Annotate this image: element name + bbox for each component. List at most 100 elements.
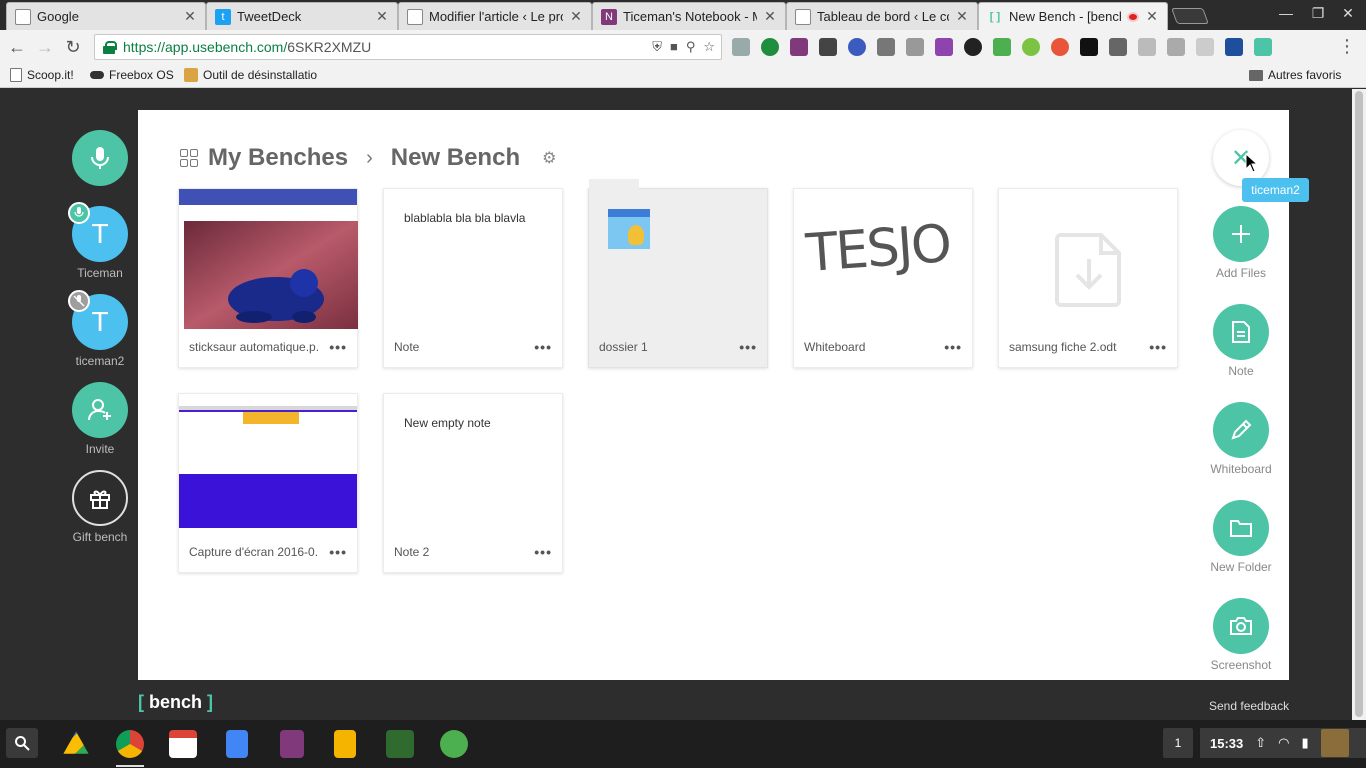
address-bar[interactable]: https://app.usebench.com/6SKR2XMZU ⛨ ■ ⚲…: [94, 34, 722, 60]
close-tab-icon[interactable]: ✕: [1145, 8, 1159, 25]
system-tray[interactable]: 15:33 ⇧ ◠ ▮: [1200, 728, 1366, 758]
close-tab-icon[interactable]: ✕: [375, 8, 389, 25]
screenshot-button[interactable]: [1213, 598, 1269, 654]
new-tab-button[interactable]: [1171, 8, 1209, 24]
browser-menu-icon[interactable]: ⋮: [1338, 36, 1356, 57]
add-files-label: Add Files: [1215, 266, 1267, 280]
card-menu-icon[interactable]: •••: [944, 339, 962, 355]
pen-icon[interactable]: [1109, 38, 1127, 56]
card-menu-icon[interactable]: •••: [329, 339, 347, 355]
n-icon[interactable]: [1138, 38, 1156, 56]
tab-new-bench[interactable]: [ ] New Bench - [bench] ✕: [978, 2, 1168, 30]
new-folder-button[interactable]: [1213, 500, 1269, 556]
green-dot-icon[interactable]: [1022, 38, 1040, 56]
invite-button[interactable]: [72, 382, 128, 438]
tab-modifier-article[interactable]: Modifier l'article ‹ Le prop ✕: [398, 2, 592, 30]
color-wheel-icon[interactable]: [964, 38, 982, 56]
gift-bench-label: Gift bench: [72, 530, 128, 544]
breadcrumb-my-benches[interactable]: My Benches: [208, 144, 348, 172]
breadcrumb-separator: ›: [366, 146, 373, 169]
gift-bench-button[interactable]: [72, 470, 128, 526]
close-window-icon[interactable]: ✕: [1336, 5, 1360, 22]
send-feedback-link[interactable]: Send feedback: [1209, 699, 1289, 713]
pin-icon[interactable]: ⚲: [686, 39, 696, 55]
close-tab-icon[interactable]: ✕: [183, 8, 197, 25]
bench-icon[interactable]: [1254, 38, 1272, 56]
tab-google[interactable]: Google ✕: [6, 2, 206, 30]
tab-tweetdeck[interactable]: t TweetDeck ✕: [206, 2, 398, 30]
bookmark-freebox[interactable]: Freebox OS: [90, 68, 174, 82]
onenote-icon[interactable]: [280, 730, 304, 758]
forward-icon[interactable]: →: [34, 36, 56, 58]
folder-icon: [1230, 520, 1252, 537]
card-menu-icon[interactable]: •••: [329, 544, 347, 560]
translate-icon[interactable]: [1167, 38, 1185, 56]
card-whiteboard[interactable]: TESJO Whiteboard •••: [793, 188, 973, 368]
fish-icon[interactable]: [1080, 38, 1098, 56]
bookmark-outil[interactable]: Outil de désinstallatio: [184, 68, 317, 82]
card-menu-icon[interactable]: •••: [1149, 339, 1167, 355]
camera-icon[interactable]: [906, 38, 924, 56]
extension-icons: [732, 38, 1272, 56]
user-avatar-ticeman[interactable]: T: [68, 202, 128, 262]
tab-tableau-de-bord[interactable]: Tableau de bord ‹ Le cou ✕: [786, 2, 978, 30]
window-count-badge[interactable]: 1: [1163, 728, 1193, 758]
new-folder-label: New Folder: [1210, 560, 1272, 574]
feedly-icon[interactable]: [440, 730, 468, 758]
camera-icon[interactable]: ■: [670, 39, 678, 55]
card-folder[interactable]: dossier 1 •••: [588, 179, 768, 368]
grid-icon[interactable]: [180, 149, 198, 167]
quill-icon[interactable]: [935, 38, 953, 56]
printer-icon[interactable]: [993, 38, 1011, 56]
onenote-icon[interactable]: [790, 38, 808, 56]
page-scrollbar[interactable]: [1352, 89, 1366, 720]
bookmark-scoopit[interactable]: Scoop.it!: [10, 68, 74, 82]
folder-tab: [589, 179, 639, 189]
document-icon: [1232, 321, 1250, 343]
minimize-icon[interactable]: —: [1274, 5, 1298, 21]
microphone-button[interactable]: [72, 130, 128, 186]
slides-icon[interactable]: [334, 730, 356, 758]
graph-icon[interactable]: [386, 730, 414, 758]
film-icon[interactable]: [819, 38, 837, 56]
eye-icon[interactable]: [1051, 38, 1069, 56]
gear-icon[interactable]: ⚙: [542, 148, 556, 168]
launcher-search-button[interactable]: [6, 728, 38, 758]
scrollbar-thumb[interactable]: [1355, 91, 1363, 717]
close-tab-icon[interactable]: ✕: [763, 8, 777, 25]
close-tab-icon[interactable]: ✕: [955, 8, 969, 25]
card-file[interactable]: samsung fiche 2.odt •••: [998, 188, 1178, 368]
card-sticksaur[interactable]: sticksaur automatique.p... •••: [178, 188, 358, 368]
print-icon[interactable]: [877, 38, 895, 56]
card-note-2[interactable]: New empty note Note 2 •••: [383, 393, 563, 573]
download-icon[interactable]: [761, 38, 779, 56]
star-icon[interactable]: ☆: [703, 39, 715, 55]
card-menu-icon[interactable]: •••: [534, 339, 552, 355]
card-name: Note: [394, 340, 420, 354]
k-icon[interactable]: [848, 38, 866, 56]
back-icon[interactable]: ←: [6, 36, 28, 58]
shield-icon[interactable]: ⛨: [652, 39, 662, 55]
gmail-icon[interactable]: [169, 730, 197, 758]
note-button[interactable]: [1213, 304, 1269, 360]
drive-icon[interactable]: [63, 731, 89, 754]
reload-icon[interactable]: ↻: [62, 36, 84, 58]
add-files-button[interactable]: [1213, 206, 1269, 262]
puzzle-icon[interactable]: [732, 38, 750, 56]
bench-logo[interactable]: [ bench ]: [138, 692, 213, 713]
whiteboard-button[interactable]: [1213, 402, 1269, 458]
rss-icon[interactable]: [1196, 38, 1214, 56]
card-screenshot[interactable]: Capture d'écran 2016-0... •••: [178, 393, 358, 573]
card-menu-icon[interactable]: •••: [739, 339, 757, 355]
user-avatar-ticeman2[interactable]: T: [68, 290, 128, 350]
chrome-icon[interactable]: [116, 730, 144, 758]
card-menu-icon[interactable]: •••: [534, 544, 552, 560]
maximize-icon[interactable]: ❐: [1306, 5, 1330, 22]
bookmark-other[interactable]: Autres favoris: [1249, 68, 1341, 82]
whiteboard-drawing: TESJO: [804, 214, 952, 284]
card-note[interactable]: blablabla bla bla blavla Note •••: [383, 188, 563, 368]
book-icon[interactable]: [1225, 38, 1243, 56]
docs-icon[interactable]: [226, 730, 248, 758]
close-tab-icon[interactable]: ✕: [569, 8, 583, 25]
tab-onenote[interactable]: N Ticeman's Notebook - M ✕: [592, 2, 786, 30]
